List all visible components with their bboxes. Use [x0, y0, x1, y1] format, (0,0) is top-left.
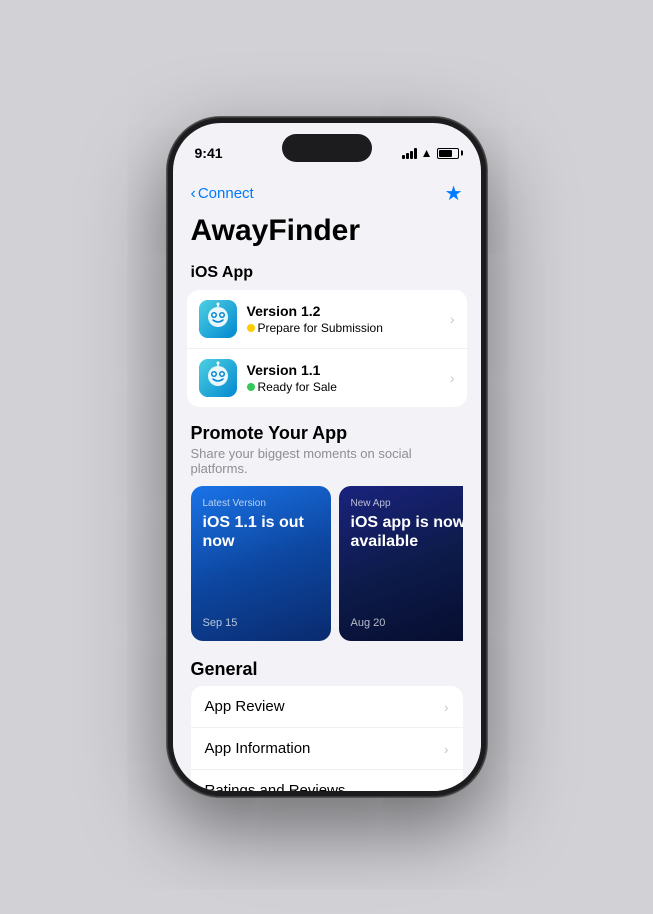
status-icons: ▲ — [402, 146, 459, 160]
promote-card-2[interactable]: New App iOS app is now available Aug 20 — [339, 486, 463, 641]
general-list: App Review › App Information › Ratings a… — [191, 686, 463, 791]
chevron-right-icon: › — [450, 311, 455, 327]
nav-bar: ‹ Connect ★ — [173, 173, 481, 210]
card-2-date: Aug 20 — [351, 617, 463, 629]
general-item-app-information[interactable]: App Information › — [191, 728, 463, 770]
chevron-right-icon: › — [444, 741, 449, 757]
chevron-right-icon: › — [450, 370, 455, 386]
version-11-info: Version 1.1 Ready for Sale — [247, 362, 450, 394]
card-2-label: New App iOS app is now available — [351, 498, 463, 551]
status-dot-yellow — [247, 324, 255, 332]
promote-card-1[interactable]: Latest Version iOS 1.1 is out now Sep 15 — [191, 486, 331, 641]
status-time: 9:41 — [195, 145, 223, 161]
promote-subtitle: Share your biggest moments on social pla… — [191, 446, 463, 476]
battery-icon — [437, 148, 459, 159]
ios-section-label: iOS App — [173, 256, 481, 286]
signal-icon — [402, 148, 417, 159]
version-item-12[interactable]: Version 1.2 Prepare for Submission › — [187, 290, 467, 349]
versions-card: Version 1.2 Prepare for Submission › — [187, 290, 467, 407]
version-item-11[interactable]: Version 1.1 Ready for Sale › — [187, 349, 467, 407]
version-11-status: Ready for Sale — [247, 380, 450, 394]
wifi-icon: ▲ — [421, 146, 433, 160]
promote-section: Promote Your App Share your biggest mome… — [173, 411, 481, 647]
app-icon-11 — [199, 359, 237, 397]
phone-screen: 9:41 ▲ ‹ Connect — [173, 123, 481, 791]
card-1-label: Latest Version iOS 1.1 is out now — [203, 498, 319, 551]
general-section: General App Review › App Information › R… — [173, 647, 481, 791]
general-title: General — [191, 659, 463, 680]
version-12-info: Version 1.2 Prepare for Submission — [247, 303, 450, 335]
chevron-left-icon: ‹ — [191, 185, 196, 203]
screen-content[interactable]: ‹ Connect ★ AwayFinder iOS App — [173, 173, 481, 791]
phone-frame: 9:41 ▲ ‹ Connect — [167, 117, 487, 797]
nav-back-label: Connect — [198, 185, 254, 202]
version-12-name: Version 1.2 — [247, 303, 450, 319]
version-11-status-label: Ready for Sale — [258, 380, 337, 394]
general-item-app-review[interactable]: App Review › — [191, 686, 463, 728]
promote-title: Promote Your App — [191, 423, 463, 444]
chevron-right-icon: › — [444, 783, 449, 792]
version-11-name: Version 1.1 — [247, 362, 450, 378]
general-item-ratings-reviews[interactable]: Ratings and Reviews › — [191, 770, 463, 791]
nav-back-button[interactable]: ‹ Connect — [191, 185, 254, 203]
dynamic-island — [282, 134, 372, 162]
chevron-right-icon: › — [444, 699, 449, 715]
favorite-star-icon[interactable]: ★ — [445, 181, 463, 206]
version-12-status: Prepare for Submission — [247, 321, 450, 335]
status-dot-green — [247, 383, 255, 391]
promote-cards[interactable]: Latest Version iOS 1.1 is out now Sep 15… — [191, 486, 463, 641]
app-title: AwayFinder — [173, 210, 481, 256]
app-icon-12 — [199, 300, 237, 338]
card-1-date: Sep 15 — [203, 617, 319, 629]
version-12-status-label: Prepare for Submission — [258, 321, 383, 335]
